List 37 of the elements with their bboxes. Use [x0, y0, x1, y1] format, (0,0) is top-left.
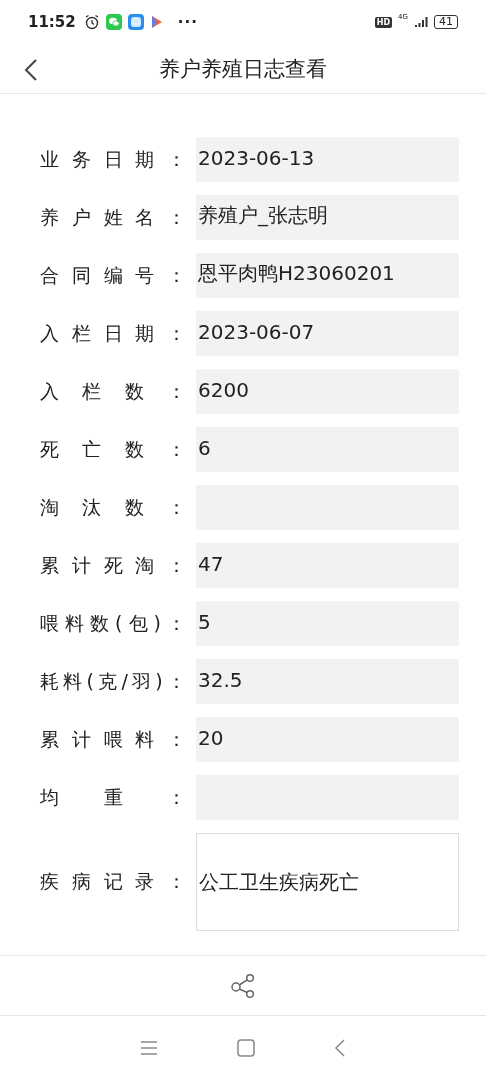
- field-label: 业务日期：: [40, 146, 186, 172]
- field-label: 入栏日期：: [40, 320, 186, 346]
- status-time: 11:52: [28, 13, 76, 31]
- field-label: 耗料(克/羽)：: [40, 668, 186, 694]
- play-icon: [149, 14, 164, 30]
- chat-app-icon: [105, 14, 122, 30]
- field-label: 疾病记录：: [40, 869, 186, 894]
- input-field[interactable]: 6: [196, 427, 459, 472]
- app-icon: [127, 14, 144, 30]
- text-area[interactable]: 公工卫生疾病死亡: [196, 833, 459, 931]
- more-dots: ···: [177, 13, 198, 31]
- input-field[interactable]: 20: [196, 717, 459, 762]
- field-label: 淘汰数：: [40, 494, 186, 520]
- input-field[interactable]: 2023-06-07: [196, 311, 459, 356]
- signal-icon: [414, 16, 428, 28]
- input-field[interactable]: 恩平肉鸭H23060201: [196, 253, 459, 298]
- back-icon: [22, 58, 40, 82]
- field-label: 死亡数：: [40, 436, 186, 462]
- field-label: 累计死淘：: [40, 552, 186, 578]
- battery-level: 41: [434, 15, 458, 29]
- field-label: 合同编号：: [40, 262, 186, 288]
- field-label: 入栏数：: [40, 378, 186, 404]
- alarm-icon: [83, 14, 100, 30]
- input-field[interactable]: 2023-06-13: [196, 137, 459, 182]
- hd-badge: HD: [374, 16, 393, 28]
- field-label: 养户姓名：: [40, 204, 186, 230]
- share-button[interactable]: [230, 972, 256, 999]
- input-field[interactable]: 5: [196, 601, 459, 646]
- field-label: 累计喂料：: [40, 726, 186, 752]
- input-field[interactable]: 6200: [196, 369, 459, 414]
- input-field[interactable]: 养殖户_张志明: [196, 195, 459, 240]
- field-label: 均重：: [40, 784, 186, 810]
- page-title: 养户养殖日志查看: [159, 55, 327, 83]
- home-button[interactable]: [235, 1037, 257, 1059]
- input-field[interactable]: 32.5: [196, 659, 459, 704]
- input-field[interactable]: 47: [196, 543, 459, 588]
- field-label: 喂料数(包)：: [40, 610, 186, 636]
